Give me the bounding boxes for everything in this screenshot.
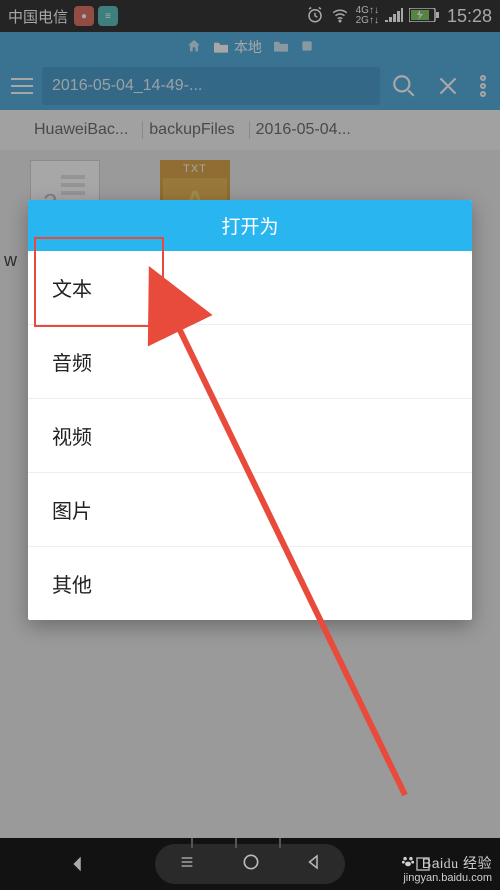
dialog-item-image[interactable]: 图片 bbox=[28, 473, 472, 547]
dialog-item-other[interactable]: 其他 bbox=[28, 547, 472, 620]
paw-icon bbox=[401, 855, 419, 871]
open-as-dialog: 打开为 文本 音频 视频 图片 其他 bbox=[28, 200, 472, 620]
nav-recent[interactable] bbox=[177, 854, 197, 875]
nav-pill bbox=[155, 844, 345, 884]
screen: 中国电信 ● ≡ 4G↑↓ 2G↑↓ 15:28 bbox=[0, 0, 500, 890]
dialog-item-audio[interactable]: 音频 bbox=[28, 325, 472, 399]
dialog-item-text[interactable]: 文本 bbox=[28, 251, 472, 325]
dialog-title: 打开为 bbox=[28, 200, 472, 251]
dialog-item-video[interactable]: 视频 bbox=[28, 399, 472, 473]
nav-home[interactable] bbox=[241, 852, 261, 877]
watermark: Baidu 经验 jingyan.baidu.com bbox=[401, 854, 492, 884]
nav-back-soft[interactable] bbox=[305, 853, 323, 876]
nav-back[interactable] bbox=[0, 853, 155, 875]
